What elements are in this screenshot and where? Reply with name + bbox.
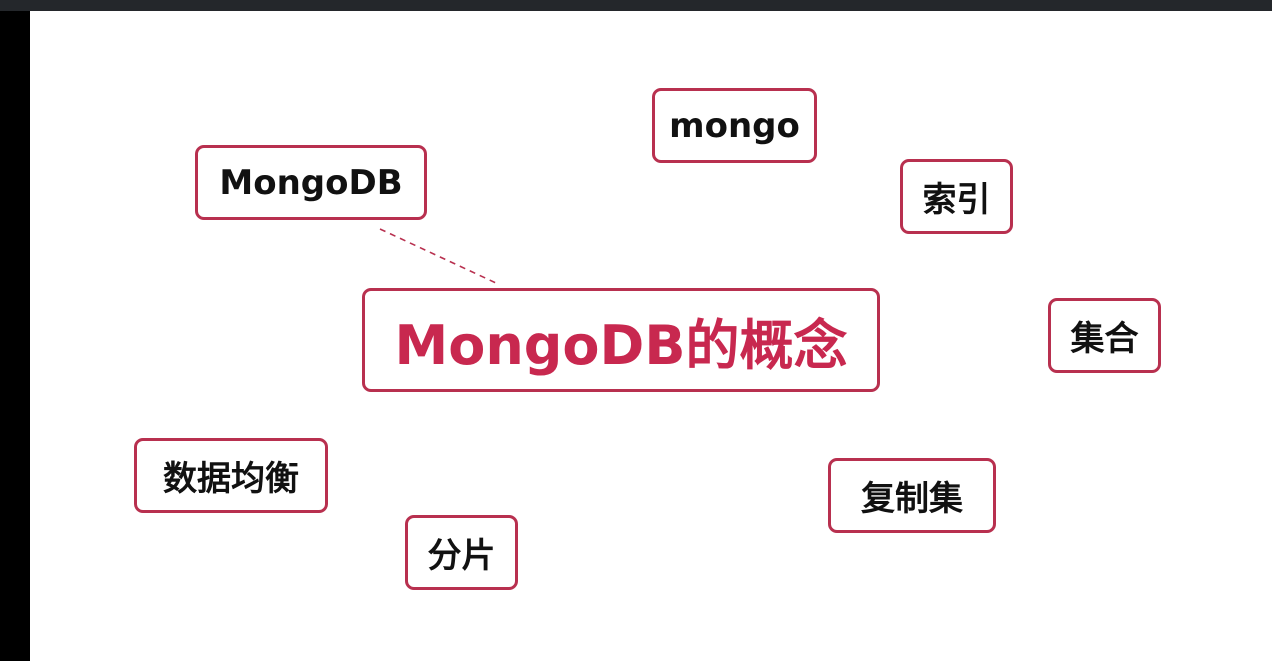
node-jihe[interactable]: 集合 — [1048, 298, 1161, 373]
node-mongo[interactable]: mongo — [652, 88, 817, 163]
node-fenpian[interactable]: 分片 — [405, 515, 518, 590]
node-label: MongoDB — [219, 162, 403, 203]
node-shujujunheng[interactable]: 数据均衡 — [134, 438, 328, 513]
node-suoyin[interactable]: 索引 — [900, 159, 1013, 234]
dashed-connector-line — [379, 228, 497, 284]
node-label: mongo — [669, 105, 800, 146]
window-top-bar — [0, 0, 1272, 11]
node-label: 分片 — [427, 536, 496, 576]
window-left-bar — [0, 11, 30, 661]
central-node[interactable]: MongoDB的概念 — [362, 288, 880, 392]
node-label: 集合 — [1070, 319, 1139, 359]
node-label: 数据均衡 — [163, 459, 299, 499]
node-label: 复制集 — [861, 479, 963, 519]
node-mongodb[interactable]: MongoDB — [195, 145, 427, 220]
node-fuzhiji[interactable]: 复制集 — [828, 458, 996, 533]
mindmap-canvas: MongoDB mongo 索引 MongoDB的概念 集合 数据均衡 复制集 … — [30, 11, 1272, 661]
node-label: 索引 — [922, 180, 991, 220]
central-node-label: MongoDB的概念 — [394, 313, 848, 377]
